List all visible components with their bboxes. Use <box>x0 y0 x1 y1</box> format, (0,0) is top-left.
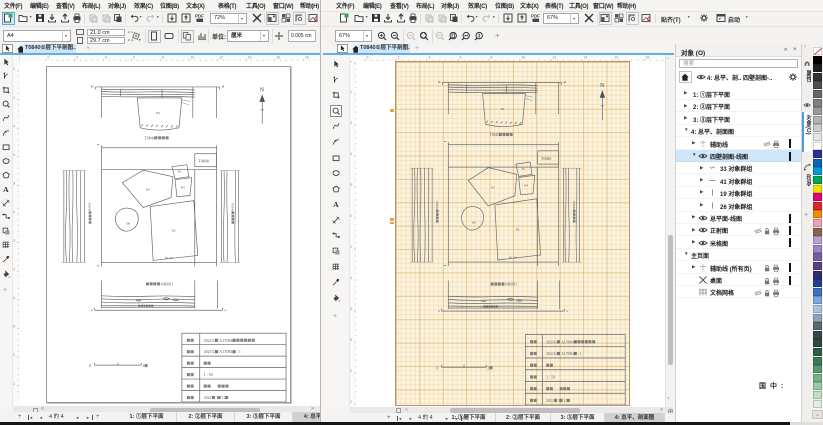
svg-text:8: 8 <box>491 56 493 60</box>
svg-text:0: 0 <box>13 210 15 214</box>
svg-text:4: 4 <box>429 56 431 60</box>
svg-text:2: 2 <box>13 96 15 100</box>
svg-text:2: 2 <box>350 90 352 94</box>
svg-text:12: 12 <box>553 56 557 60</box>
svg-text:6: 6 <box>13 153 15 157</box>
svg-text:14: 14 <box>584 56 588 60</box>
svg-text:PDF: PDF <box>195 14 204 19</box>
svg-text:8: 8 <box>13 325 15 329</box>
svg-text:6: 6 <box>133 56 135 60</box>
svg-text:0: 0 <box>350 214 352 218</box>
svg-text:8: 8 <box>350 183 352 187</box>
svg-text:14: 14 <box>248 56 252 60</box>
svg-text:8: 8 <box>13 182 15 186</box>
svg-text:8: 8 <box>162 56 164 60</box>
svg-text:0: 0 <box>367 56 369 60</box>
svg-text:6: 6 <box>13 296 15 300</box>
svg-text:4: 4 <box>13 124 15 128</box>
svg-text:0: 0 <box>13 353 15 357</box>
svg-text:0: 0 <box>48 56 50 60</box>
svg-text:10: 10 <box>191 56 195 60</box>
svg-text:16: 16 <box>615 56 619 60</box>
svg-text:10: 10 <box>522 56 526 60</box>
svg-text:0: 0 <box>350 61 352 63</box>
svg-text:2: 2 <box>398 56 400 60</box>
svg-text:18: 18 <box>646 56 650 60</box>
svg-text:2: 2 <box>350 245 352 249</box>
svg-text:18: 18 <box>305 56 309 60</box>
svg-text:2: 2 <box>13 382 15 386</box>
svg-text:0: 0 <box>350 369 352 373</box>
svg-text:4: 4 <box>105 56 107 60</box>
svg-text:12: 12 <box>219 56 223 60</box>
svg-text:8: 8 <box>350 338 352 342</box>
svg-text:4: 4 <box>13 267 15 271</box>
svg-text:4: 4 <box>350 276 352 280</box>
svg-text:2: 2 <box>76 56 78 60</box>
svg-text:A: A <box>333 200 339 208</box>
svg-text:2: 2 <box>13 239 15 243</box>
svg-text:PDF: PDF <box>531 14 540 19</box>
svg-text:2: 2 <box>350 400 352 404</box>
svg-text:4: 4 <box>350 121 352 125</box>
svg-text:A: A <box>3 185 9 193</box>
svg-text:6: 6 <box>350 307 352 311</box>
svg-text:16: 16 <box>276 56 280 60</box>
svg-text:6: 6 <box>460 56 462 60</box>
svg-text:0: 0 <box>13 67 15 71</box>
svg-text:6: 6 <box>350 152 352 156</box>
